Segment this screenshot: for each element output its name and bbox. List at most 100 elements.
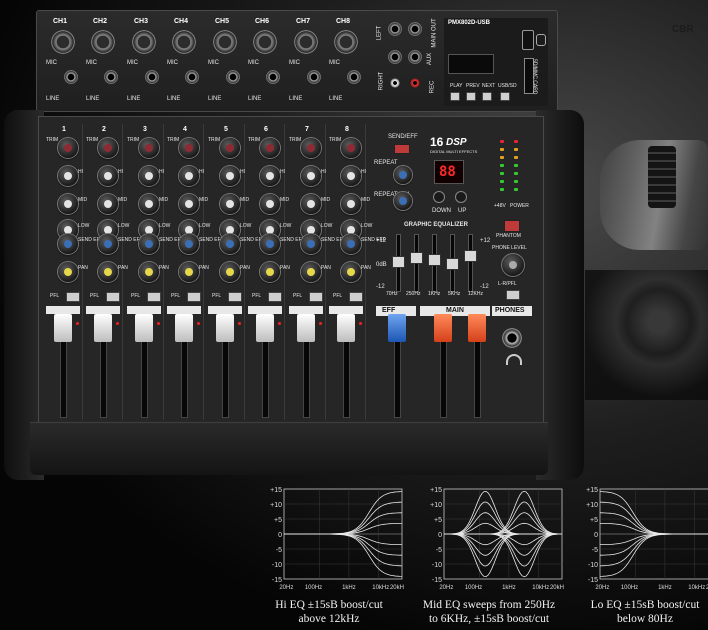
geq-slider-knob[interactable]	[392, 256, 405, 268]
pfl-button[interactable]	[147, 292, 161, 302]
send-knob[interactable]	[98, 234, 118, 254]
send-knob[interactable]	[260, 234, 280, 254]
dsp-up-button[interactable]	[456, 192, 466, 202]
dsp-down-button[interactable]	[434, 192, 444, 202]
line-input-jack[interactable]	[64, 70, 78, 84]
pfl-button[interactable]	[309, 292, 323, 302]
channel-fader-knob[interactable]	[337, 314, 355, 342]
channel-fader-knob[interactable]	[94, 314, 112, 342]
pfl-button[interactable]	[228, 292, 242, 302]
hi-knob[interactable]	[260, 166, 280, 186]
phones-jack[interactable]	[502, 328, 522, 348]
send-knob[interactable]	[341, 234, 361, 254]
eff-fader-knob[interactable]	[388, 314, 406, 342]
send-knob[interactable]	[139, 234, 159, 254]
pan-knob[interactable]	[58, 262, 78, 282]
mid-knob[interactable]	[301, 194, 321, 214]
mid-knob[interactable]	[220, 194, 240, 214]
pan-knob[interactable]	[139, 262, 159, 282]
hi-knob[interactable]	[341, 166, 361, 186]
trim-knob[interactable]	[220, 138, 240, 158]
pfl-button[interactable]	[66, 292, 80, 302]
line-input-jack[interactable]	[347, 70, 361, 84]
line-input-jack[interactable]	[307, 70, 321, 84]
trim-knob[interactable]	[139, 138, 159, 158]
pan-knob[interactable]	[260, 262, 280, 282]
repeat-vol-knob[interactable]	[394, 192, 412, 210]
line-input-jack[interactable]	[266, 70, 280, 84]
channel-fader-knob[interactable]	[256, 314, 274, 342]
xlr-mic-input[interactable]	[253, 30, 277, 54]
pan-knob[interactable]	[179, 262, 199, 282]
aux-out-left-jack[interactable]	[388, 50, 402, 64]
pan-knob[interactable]	[341, 262, 361, 282]
trim-knob[interactable]	[341, 138, 361, 158]
send-knob[interactable]	[220, 234, 240, 254]
channel-fader-knob[interactable]	[216, 314, 234, 342]
hi-knob[interactable]	[139, 166, 159, 186]
usb-play-button[interactable]	[450, 92, 460, 101]
pfl-button[interactable]	[106, 292, 120, 302]
usb-port[interactable]	[522, 30, 534, 50]
mid-knob[interactable]	[260, 194, 280, 214]
xlr-mic-input[interactable]	[294, 30, 318, 54]
xlr-mic-input[interactable]	[172, 30, 196, 54]
xlr-mic-input[interactable]	[91, 30, 115, 54]
lr-pfl-button[interactable]	[506, 290, 520, 300]
pfl-button[interactable]	[349, 292, 363, 302]
hi-knob[interactable]	[179, 166, 199, 186]
send-knob[interactable]	[58, 234, 78, 254]
trim-knob[interactable]	[98, 138, 118, 158]
mid-knob[interactable]	[139, 194, 159, 214]
trim-knob[interactable]	[179, 138, 199, 158]
line-input-jack[interactable]	[145, 70, 159, 84]
repeat-knob[interactable]	[394, 166, 412, 184]
hi-knob[interactable]	[58, 166, 78, 186]
xlr-mic-input[interactable]	[213, 30, 237, 54]
pan-knob[interactable]	[220, 262, 240, 282]
geq-slider-knob[interactable]	[410, 252, 423, 264]
mid-knob[interactable]	[98, 194, 118, 214]
main-out-left-jack[interactable]	[388, 22, 402, 36]
line-input-jack[interactable]	[226, 70, 240, 84]
geq-slider-knob[interactable]	[428, 254, 441, 266]
xlr-mic-input[interactable]	[334, 30, 358, 54]
xlr-mic-input[interactable]	[51, 30, 75, 54]
phone-level-knob[interactable]	[502, 254, 524, 276]
eff-send-switch[interactable]	[394, 144, 410, 154]
channel-fader-knob[interactable]	[54, 314, 72, 342]
usb-prev-button[interactable]	[466, 92, 476, 101]
usb-source-button[interactable]	[500, 92, 510, 101]
hi-knob[interactable]	[98, 166, 118, 186]
mid-knob[interactable]	[341, 194, 361, 214]
geq-slider-knob[interactable]	[464, 250, 477, 262]
pfl-button[interactable]	[187, 292, 201, 302]
channel-fader-knob[interactable]	[135, 314, 153, 342]
xlr-mic-input[interactable]	[132, 30, 156, 54]
mid-knob[interactable]	[58, 194, 78, 214]
channel-fader-knob[interactable]	[175, 314, 193, 342]
phantom-switch[interactable]	[504, 220, 520, 232]
trim-knob[interactable]	[301, 138, 321, 158]
hi-knob[interactable]	[220, 166, 240, 186]
line-input-jack[interactable]	[185, 70, 199, 84]
main-right-fader-knob[interactable]	[468, 314, 486, 342]
rca-rec-right[interactable]	[410, 78, 420, 88]
aux-out-right-jack[interactable]	[408, 50, 422, 64]
pan-knob[interactable]	[301, 262, 321, 282]
send-knob[interactable]	[301, 234, 321, 254]
pfl-button[interactable]	[268, 292, 282, 302]
send-knob[interactable]	[179, 234, 199, 254]
mid-knob[interactable]	[179, 194, 199, 214]
pan-knob[interactable]	[98, 262, 118, 282]
rca-rec-left[interactable]	[390, 78, 400, 88]
trim-knob[interactable]	[260, 138, 280, 158]
channel-fader-knob[interactable]	[297, 314, 315, 342]
usb-next-button[interactable]	[482, 92, 492, 101]
main-out-right-jack[interactable]	[408, 22, 422, 36]
geq-slider-knob[interactable]	[446, 258, 459, 270]
trim-knob[interactable]	[58, 138, 78, 158]
main-left-fader-knob[interactable]	[434, 314, 452, 342]
hi-knob[interactable]	[301, 166, 321, 186]
line-input-jack[interactable]	[104, 70, 118, 84]
